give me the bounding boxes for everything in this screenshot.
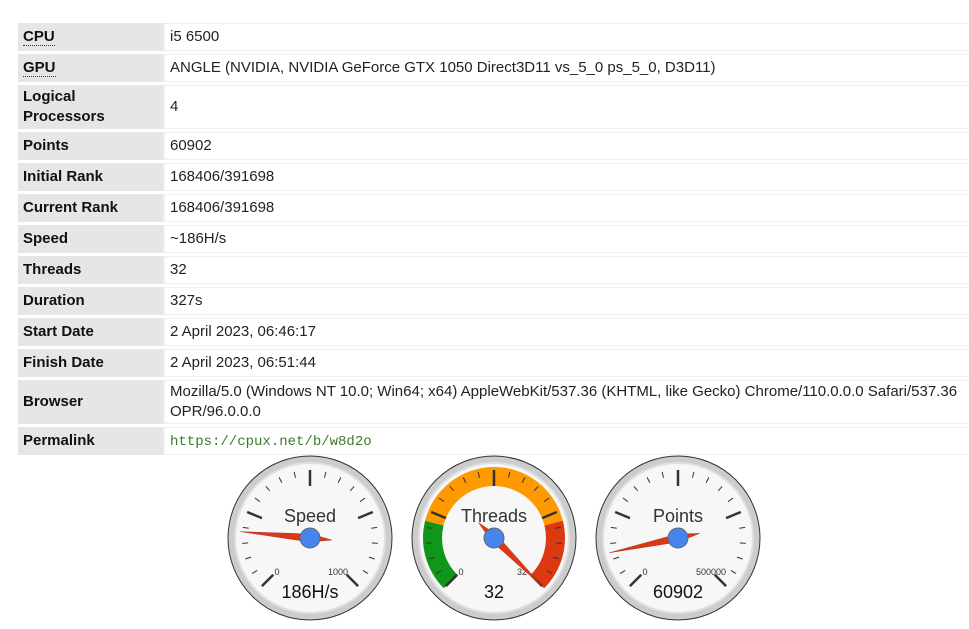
row-label: Browser [18, 380, 163, 424]
table-row: Logical Processors 4 [18, 85, 969, 129]
row-value: 4 [163, 85, 969, 129]
row-value: 168406/391698 [163, 194, 969, 222]
gauge-title: Threads [461, 506, 527, 526]
label-text: Logical Processors [23, 88, 105, 125]
row-label: Points [18, 132, 163, 160]
gauge-points: Points 0 500000 60902 [595, 455, 761, 621]
value-text: 327s [170, 292, 203, 309]
gauge-title: Speed [284, 506, 336, 526]
row-label: Initial Rank [18, 163, 163, 191]
gauge-max-label: 1000 [328, 567, 348, 577]
table-row: Duration 327s [18, 287, 969, 315]
value-text: 168406/391698 [170, 168, 275, 185]
label-text: Current Rank [23, 199, 119, 216]
gauge-value: 32 [484, 582, 504, 602]
gauges: Speed0 1000186H/sThreads0 3232Points0 50000… [227, 455, 761, 621]
value-text: 2 April 2023, 06:46:17 [170, 323, 316, 340]
table-row: Finish Date 2 April 2023, 06:51:44 [18, 349, 969, 377]
value-text: 168406/391698 [170, 199, 275, 216]
value-text: i5 6500 [170, 28, 220, 45]
value-text: 4 [170, 98, 179, 115]
row-label: Logical Processors [18, 85, 163, 129]
row-value: 327s [163, 287, 969, 315]
label-text: Speed [23, 230, 69, 247]
table-row: Browser Mozilla/5.0 (Windows NT 10.0; Win… [18, 380, 969, 424]
value-text: ANGLE (NVIDIA, NVIDIA GeForce GTX 1050 D… [170, 59, 716, 76]
permalink-link[interactable]: https://cpux.net/b/w8d2o [170, 434, 372, 450]
label-text: Finish Date [23, 354, 104, 371]
row-label: Finish Date [18, 349, 163, 377]
row-value: https://cpux.net/b/w8d2o [163, 427, 969, 455]
gauge-value: 60902 [653, 582, 703, 602]
row-label: Permalink [18, 427, 163, 455]
label-text: Browser [23, 393, 84, 410]
row-label: Threads [18, 256, 163, 284]
row-value: i5 6500 [163, 23, 969, 51]
gauge-min-label: 0 [642, 567, 647, 577]
row-label: Current Rank [18, 194, 163, 222]
gauge-max-label: 500000 [696, 567, 726, 577]
table-row: GPU ANGLE (NVIDIA, NVIDIA GeForce GTX 105… [18, 54, 969, 82]
row-value: ~186H/s [163, 225, 969, 253]
row-label: GPU [18, 54, 163, 82]
gauge-hub [667, 527, 689, 549]
row-value: 60902 [163, 132, 969, 160]
gauge-title: Points [653, 506, 703, 526]
label-text: Points [23, 137, 69, 154]
value-text: 32 [170, 261, 187, 278]
value-text: 60902 [170, 137, 212, 154]
value-text: 2 April 2023, 06:51:44 [170, 354, 316, 371]
row-label: Start Date [18, 318, 163, 346]
gauge-hub [483, 527, 505, 549]
label-text: Initial Rank [23, 168, 104, 185]
gauge-min-label: 0 [458, 567, 463, 577]
table-row: Permalink https://cpux.net/b/w8d2o [18, 427, 969, 455]
label-text: Start Date [23, 323, 94, 340]
table-row: Current Rank 168406/391698 [18, 194, 969, 222]
table-row: Start Date 2 April 2023, 06:46:17 [18, 318, 969, 346]
row-value: 2 April 2023, 06:46:17 [163, 318, 969, 346]
table-row: Points 60902 [18, 132, 969, 160]
gauge-hub [299, 527, 321, 549]
row-value: Mozilla/5.0 (Windows NT 10.0; Win64; x64… [163, 380, 969, 424]
label-text: Permalink [23, 432, 95, 449]
row-label: CPU [18, 23, 163, 51]
row-label: Speed [18, 225, 163, 253]
value-text: ~186H/s [170, 230, 227, 247]
table-row: Initial Rank 168406/391698 [18, 163, 969, 191]
label-text: Threads [23, 261, 82, 278]
gauge-min-label: 0 [274, 567, 279, 577]
label-text: Duration [23, 292, 85, 309]
row-value: 2 April 2023, 06:51:44 [163, 349, 969, 377]
gauge-speed: Speed 0 1000 186H/s [227, 455, 393, 621]
row-value: 32 [163, 256, 969, 284]
label-text: CPU [23, 28, 55, 46]
label-text: GPU [23, 59, 56, 77]
value-text: Mozilla/5.0 (Windows NT 10.0; Win64; x64… [170, 383, 958, 420]
row-value: 168406/391698 [163, 163, 969, 191]
row-label: Duration [18, 287, 163, 315]
table-row: CPU i5 6500 [18, 23, 969, 51]
gauge-value: 186H/s [281, 582, 338, 602]
row-value: ANGLE (NVIDIA, NVIDIA GeForce GTX 1050 D… [163, 54, 969, 82]
table-row: Speed ~186H/s [18, 225, 969, 253]
table-row: Threads 32 [18, 256, 969, 284]
benchmark-details-table: CPU i5 6500 GPU ANGLE (NVIDIA, NVIDIA GeFor… [18, 20, 969, 458]
gauge-threads: Threads0 3232 [411, 455, 577, 621]
